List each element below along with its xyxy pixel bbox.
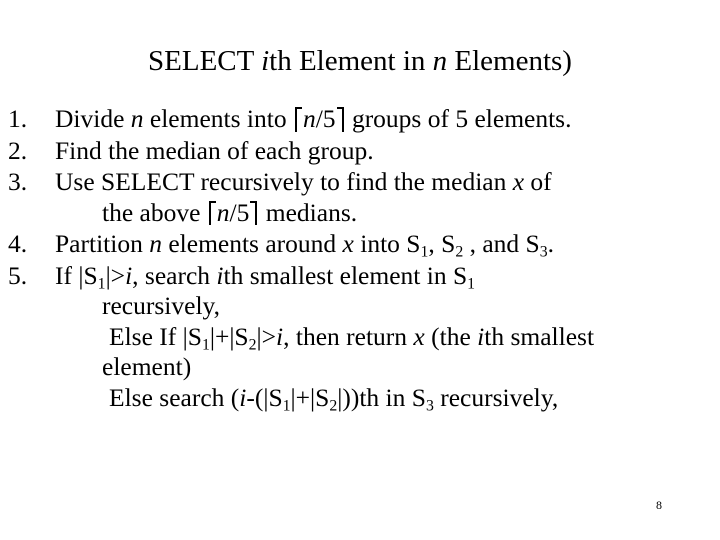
text-run: If |S xyxy=(55,260,98,290)
list-item: 4. Partition n elements around x into S1,… xyxy=(8,229,714,260)
subscript: 3 xyxy=(425,396,434,414)
text-run: , then return xyxy=(283,321,414,351)
list-item-text: Use SELECT recursively to find the media… xyxy=(55,167,714,198)
list-item-else-clause: Else If |S1|+|S2|>i, then return x (the … xyxy=(55,322,714,353)
math-variable: n xyxy=(149,229,162,258)
list-item-text: Find the median of each group. xyxy=(55,136,714,167)
math-variable: n xyxy=(130,104,144,133)
text-run: groups of 5 elements. xyxy=(345,104,572,133)
text-run: Partition xyxy=(55,229,150,258)
ceiling-bracket-close xyxy=(336,107,345,132)
list-item: 2. Find the median of each group. xyxy=(8,136,714,167)
text-run: , S xyxy=(428,229,456,258)
ceiling-bracket-open xyxy=(294,107,302,132)
list-item-else-clause: Else search (i-(|S1|+|S2|))th in S3 recu… xyxy=(55,383,714,414)
list-item-continuation: element) xyxy=(55,352,714,383)
text-run: recursively, xyxy=(102,291,220,320)
text-run: , and S xyxy=(463,229,540,258)
text-run: th smallest element in S xyxy=(223,260,468,290)
list-item: 5. If |S1|>i, search ith smallest element… xyxy=(8,261,714,414)
math-variable: n xyxy=(302,104,316,133)
text-run: . xyxy=(547,229,555,258)
subscript: 2 xyxy=(248,335,257,353)
list-item-continuation: recursively, xyxy=(55,291,714,322)
text-run: into S xyxy=(353,229,421,258)
text-run: Divide xyxy=(55,104,131,133)
page-number: 8 xyxy=(656,498,662,512)
ceiling-bracket-close xyxy=(250,200,258,226)
math-variable: x xyxy=(512,167,525,196)
title-part-2: th Element in xyxy=(269,45,433,77)
text-run: -(|S xyxy=(246,382,283,412)
text-run: /5 xyxy=(229,197,250,227)
list-item-number: 3. xyxy=(8,167,28,196)
list-item: 1. Divide n elements into n/5 groups of 5… xyxy=(8,104,714,135)
text-run: |))th in S xyxy=(337,382,426,412)
list-item: 3. Use SELECT recursively to find the med… xyxy=(8,167,714,228)
math-variable: x xyxy=(413,321,425,351)
title-variable-i: i xyxy=(261,45,270,77)
math-variable: x xyxy=(342,229,354,258)
text-run: medians. xyxy=(259,197,358,227)
subscript: 1 xyxy=(97,274,106,292)
subscript: 3 xyxy=(539,243,548,261)
text-run: elements around xyxy=(161,229,343,258)
list-item-number: 5. xyxy=(8,260,28,290)
text-run: |+|S xyxy=(209,321,249,351)
text-run: /5 xyxy=(315,104,336,133)
text-run: |> xyxy=(105,260,126,290)
text-run: of xyxy=(524,167,552,196)
list-item-text: If |S1|>i, search ith smallest element i… xyxy=(55,261,714,292)
list-item-number: 2. xyxy=(8,135,28,165)
text-run: Else If |S xyxy=(109,321,202,351)
text-run: Use SELECT recursively to find the media… xyxy=(55,167,513,196)
text-run: Find the median of each group. xyxy=(55,135,374,165)
text-run: , search xyxy=(132,260,217,290)
text-run: element) xyxy=(102,352,192,381)
list-item-continuation: the above n/5 medians. xyxy=(55,198,714,229)
list-item-text: Partition n elements around x into S1, S… xyxy=(55,229,714,260)
text-run: (the xyxy=(424,321,478,351)
list-item-number: 4. xyxy=(8,229,28,258)
slide: SELECT ith Element in n Elements) 1. Divi… xyxy=(0,0,720,540)
text-run: th smallest xyxy=(484,321,595,351)
list-item-number: 1. xyxy=(8,104,28,133)
math-variable: i xyxy=(216,260,224,290)
text-run: the above xyxy=(102,197,207,227)
title-part-3: Elements) xyxy=(447,45,572,77)
ceiling-bracket-open xyxy=(208,200,216,226)
text-run: elements into xyxy=(143,104,293,133)
subscript: 1 xyxy=(467,274,476,292)
text-run: recursively, xyxy=(433,382,559,412)
text-run: Else search ( xyxy=(109,382,240,412)
title-variable-n: n xyxy=(432,45,448,77)
text-run: |> xyxy=(256,321,277,351)
subscript: 1 xyxy=(201,335,210,353)
title-part-1: SELECT xyxy=(148,45,262,77)
subscript: 1 xyxy=(282,396,291,414)
slide-title: SELECT ith Element in n Elements) xyxy=(0,44,720,78)
algorithm-steps-list: 1. Divide n elements into n/5 groups of 5… xyxy=(8,104,714,414)
math-variable: n xyxy=(216,197,230,227)
text-run: |+|S xyxy=(290,382,330,412)
list-item-text: Divide n elements into n/5 groups of 5 e… xyxy=(55,104,714,135)
